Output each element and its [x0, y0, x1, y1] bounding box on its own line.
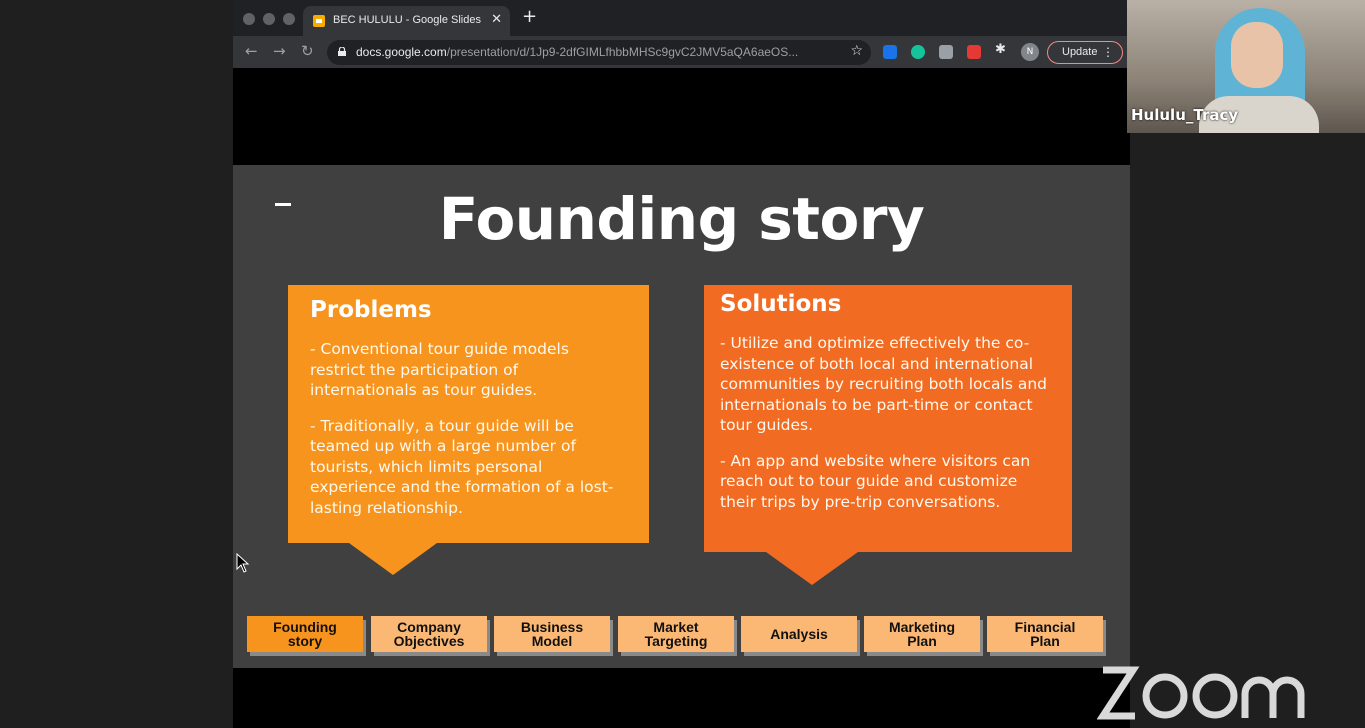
- url-text: docs.google.com/presentation/d/1Jp9-2dfG…: [356, 45, 798, 59]
- nav-line: Plan: [1030, 633, 1060, 649]
- slide-title: Founding story: [438, 185, 925, 253]
- browser-tab[interactable]: BEC HULULU - Google Slides ✕: [303, 6, 510, 36]
- update-label: Update: [1062, 46, 1098, 58]
- lock-icon: [338, 47, 346, 56]
- update-button[interactable]: Update ⋮: [1047, 41, 1123, 64]
- nav-founding-story[interactable]: Founding story: [247, 616, 363, 652]
- presentation-slide: Founding story Problems - Conventional t…: [233, 165, 1130, 668]
- nav-line: Plan: [907, 633, 937, 649]
- problems-paragraph: - Traditionally, a tour guide will be te…: [310, 416, 614, 517]
- close-tab-icon[interactable]: ✕: [491, 12, 502, 27]
- nav-business-model[interactable]: Business Model: [494, 616, 610, 652]
- browser-toolbar: ← → ↻ docs.google.com/presentation/d/1Jp…: [233, 36, 1130, 68]
- nav-company-objectives[interactable]: Company Objectives: [371, 616, 487, 652]
- profile-avatar[interactable]: N: [1021, 43, 1039, 61]
- solutions-paragraph: - Utilize and optimize effectively the c…: [720, 334, 1048, 434]
- nav-analysis[interactable]: Analysis: [741, 616, 857, 652]
- extensions-puzzle-icon[interactable]: ✱: [995, 42, 1009, 57]
- nav-marketing-plan[interactable]: Marketing Plan: [864, 616, 980, 652]
- browser-menu-icon[interactable]: ⋮: [1102, 42, 1114, 63]
- problems-heading: Problems: [310, 297, 432, 323]
- window-maximize-dot[interactable]: [283, 13, 295, 25]
- extension-drop-icon[interactable]: [883, 45, 897, 59]
- problems-pointer: [349, 543, 437, 575]
- tab-title: BEC HULULU - Google Slides: [333, 14, 481, 26]
- new-tab-button[interactable]: +: [522, 8, 537, 26]
- solutions-pointer: [766, 552, 858, 585]
- nav-financial-plan[interactable]: Financial Plan: [987, 616, 1103, 652]
- solutions-box: Solutions - Utilize and optimize effecti…: [704, 285, 1072, 552]
- participant-face: [1231, 22, 1283, 88]
- participant-video-tile[interactable]: Hululu_Tracy: [1127, 0, 1365, 133]
- nav-line: Objectives: [393, 633, 465, 649]
- bookmark-star-icon[interactable]: ☆: [850, 43, 863, 59]
- solutions-paragraph: - An app and website where visitors can …: [720, 451, 1031, 511]
- slides-favicon-icon: [313, 15, 325, 27]
- url-path: /presentation/d/1Jp9-2dfGIMLfhbbMHSc9gvC…: [446, 45, 799, 59]
- red-extension-icon[interactable]: [967, 45, 981, 59]
- nav-line: Analysis: [770, 626, 828, 642]
- nav-line: Targeting: [644, 633, 708, 649]
- nav-market-targeting[interactable]: Market Targeting: [618, 616, 734, 652]
- window-minimize-dot[interactable]: [263, 13, 275, 25]
- mouse-cursor-icon: [236, 553, 250, 573]
- zoom-watermark-logo: [1097, 666, 1305, 720]
- mail-extension-icon[interactable]: [939, 45, 953, 59]
- forward-button[interactable]: →: [273, 42, 286, 60]
- url-domain: docs.google.com: [356, 45, 447, 59]
- back-button[interactable]: ←: [245, 42, 258, 60]
- address-bar[interactable]: docs.google.com/presentation/d/1Jp9-2dfG…: [327, 40, 871, 65]
- solutions-heading: Solutions: [720, 291, 842, 317]
- zoom-screen-share: BEC HULULU - Google Slides ✕ + ← → ↻ doc…: [0, 0, 1365, 728]
- grammarly-extension-icon[interactable]: [911, 45, 925, 59]
- reload-button[interactable]: ↻: [301, 42, 314, 60]
- tab-bar: BEC HULULU - Google Slides ✕ +: [233, 0, 1130, 36]
- window-close-dot[interactable]: [243, 13, 255, 25]
- browser-window: BEC HULULU - Google Slides ✕ + ← → ↻ doc…: [233, 0, 1130, 728]
- nav-line: Model: [531, 633, 573, 649]
- problems-paragraph: - Conventional tour guide models restric…: [310, 340, 569, 399]
- participant-name: Hululu_Tracy: [1131, 106, 1239, 124]
- nav-line: story: [287, 633, 323, 649]
- problems-box: Problems - Conventional tour guide model…: [288, 285, 649, 543]
